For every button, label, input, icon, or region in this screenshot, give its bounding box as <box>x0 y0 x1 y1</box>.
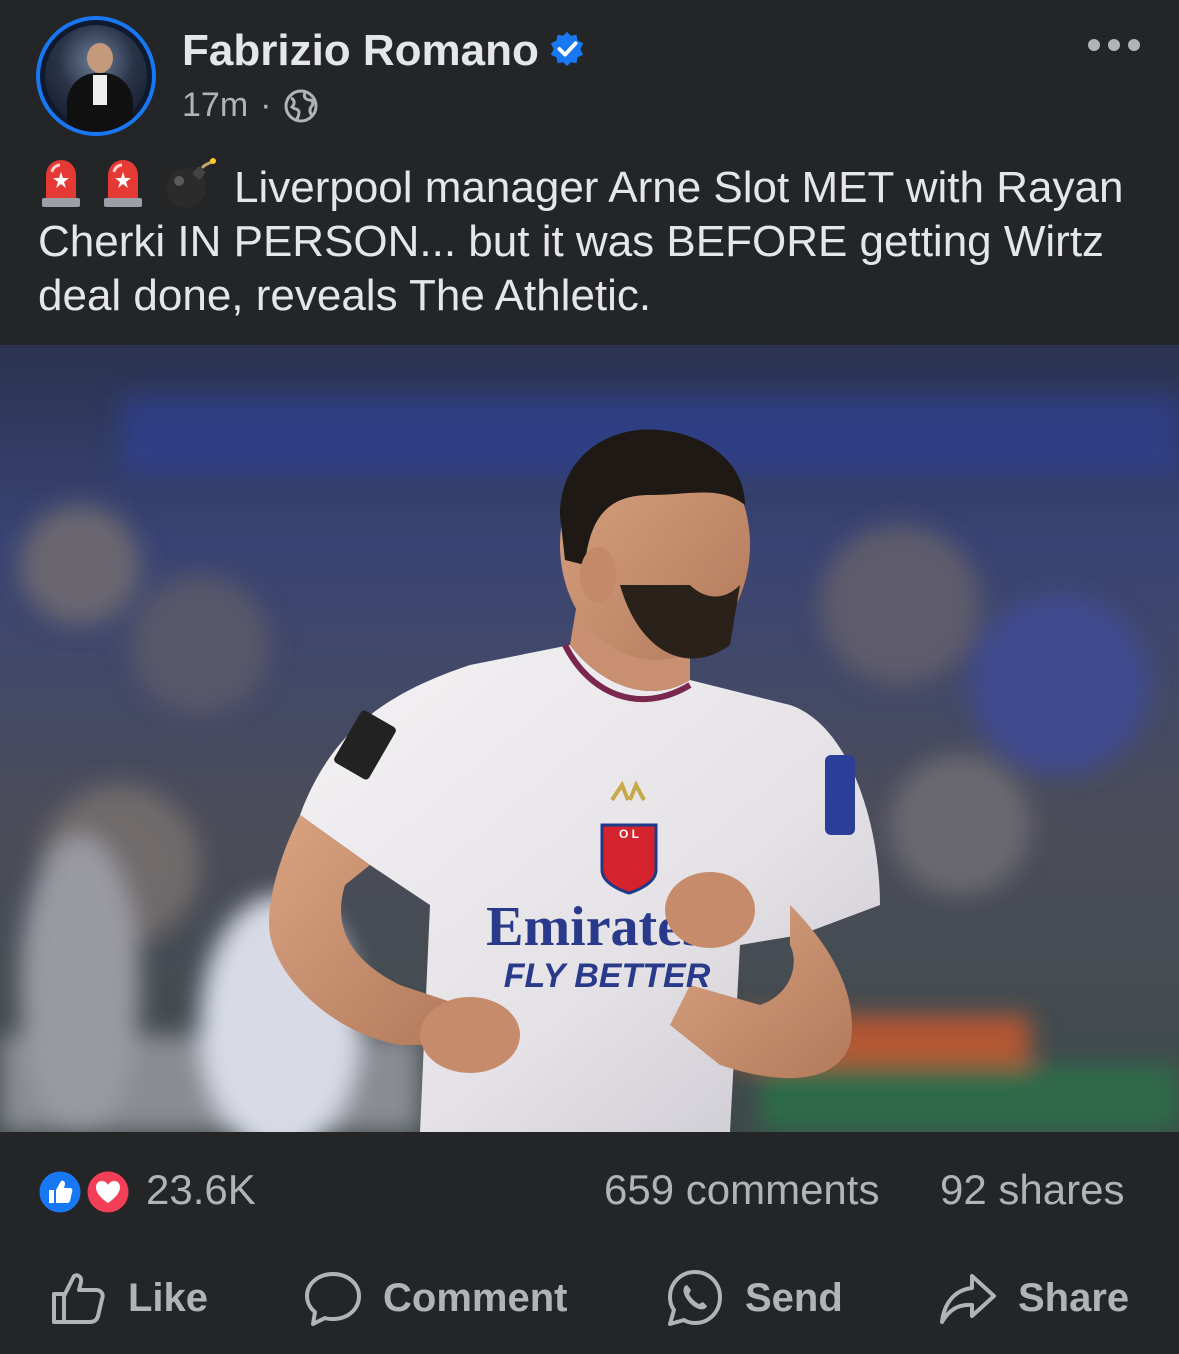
player-photo-illustration: O L Emirates FLY BETTER <box>0 345 1179 1132</box>
comment-label: Comment <box>383 1275 568 1320</box>
police-light-icon <box>104 160 142 207</box>
meta-separator: · <box>260 86 272 124</box>
avatar-image <box>45 25 147 132</box>
love-reaction-icon[interactable] <box>84 1168 132 1216</box>
police-light-icon <box>42 160 80 207</box>
thumbs-up-icon <box>52 1273 105 1324</box>
like-reaction-icon[interactable] <box>36 1168 84 1216</box>
post-text: Liverpool manager Arne Slot MET with Ray… <box>38 156 1148 323</box>
share-button[interactable]: Share <box>938 1264 1129 1332</box>
sponsor-subtext: FLY BETTER <box>504 957 711 995</box>
author-avatar[interactable] <box>36 16 156 136</box>
crest-text: O L <box>619 827 639 841</box>
send-button[interactable]: Send <box>665 1264 843 1332</box>
comment-button[interactable]: Comment <box>303 1264 567 1332</box>
verified-badge-icon <box>550 31 584 67</box>
post-photo[interactable]: O L Emirates FLY BETTER <box>0 345 1179 1132</box>
comments-count[interactable]: 659 comments <box>604 1166 879 1214</box>
post-header: Fabrizio Romano 17m · <box>0 0 1179 150</box>
bomb-icon <box>166 158 216 208</box>
share-arrow-icon <box>940 1274 996 1324</box>
like-label: Like <box>128 1275 209 1320</box>
post-meta: 17m · <box>182 86 319 125</box>
reaction-count[interactable]: 23.6K <box>146 1166 256 1214</box>
like-button[interactable]: Like <box>48 1264 208 1332</box>
avatar-figure-shirt <box>93 75 107 105</box>
post-time[interactable]: 17m <box>182 86 248 125</box>
avatar-figure-head <box>87 43 113 73</box>
comment-bubble-icon <box>305 1272 361 1326</box>
share-label: Share <box>1018 1275 1130 1320</box>
more-options-icon[interactable] <box>1086 36 1142 54</box>
globe-icon <box>284 89 318 122</box>
shares-count[interactable]: 92 shares <box>940 1166 1124 1214</box>
author-name[interactable]: Fabrizio Romano <box>182 26 539 76</box>
send-label: Send <box>745 1275 843 1320</box>
whatsapp-icon <box>668 1270 722 1326</box>
